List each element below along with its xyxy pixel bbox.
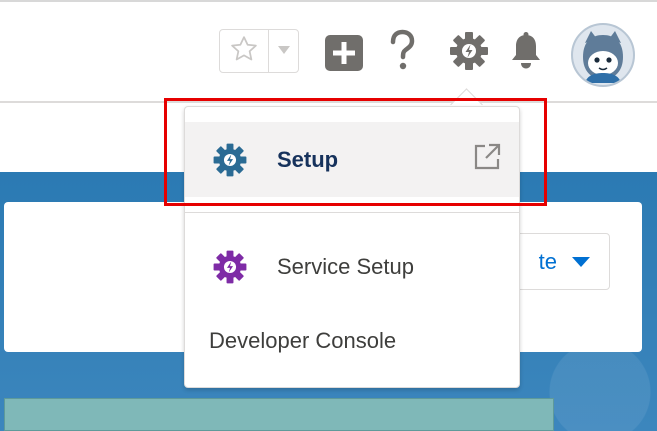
user-avatar-button[interactable] (571, 23, 635, 87)
page-action-button-label: te (538, 248, 557, 274)
menu-divider (185, 212, 519, 213)
menu-item-developer-console[interactable]: Developer Console (185, 316, 519, 366)
chevron-down-icon (571, 249, 591, 275)
star-outline-icon (229, 34, 259, 69)
notifications-button[interactable] (506, 31, 546, 76)
plus-square-icon (323, 32, 365, 79)
favorites-menu-button[interactable] (269, 30, 298, 72)
favorites-button-group (219, 29, 299, 73)
avatar (573, 25, 633, 85)
service-setup-gear-icon (211, 248, 249, 286)
global-actions-button[interactable] (323, 34, 365, 76)
gear-bolt-icon (447, 29, 491, 78)
question-icon (387, 29, 417, 78)
menu-item-developer-console-label: Developer Console (209, 328, 397, 353)
menu-item-service-setup-label: Service Setup (277, 254, 414, 279)
page-teal-panel (4, 398, 554, 431)
bell-icon (507, 31, 545, 76)
help-button[interactable] (386, 29, 418, 78)
menu-item-service-setup[interactable]: Service Setup (185, 232, 519, 302)
setup-gear-button[interactable] (446, 30, 492, 76)
favorites-button[interactable] (220, 30, 269, 72)
app-root: te Setup Service Setup Developer Console (0, 0, 657, 431)
highlight-box (164, 98, 547, 206)
caret-down-icon (277, 42, 291, 60)
